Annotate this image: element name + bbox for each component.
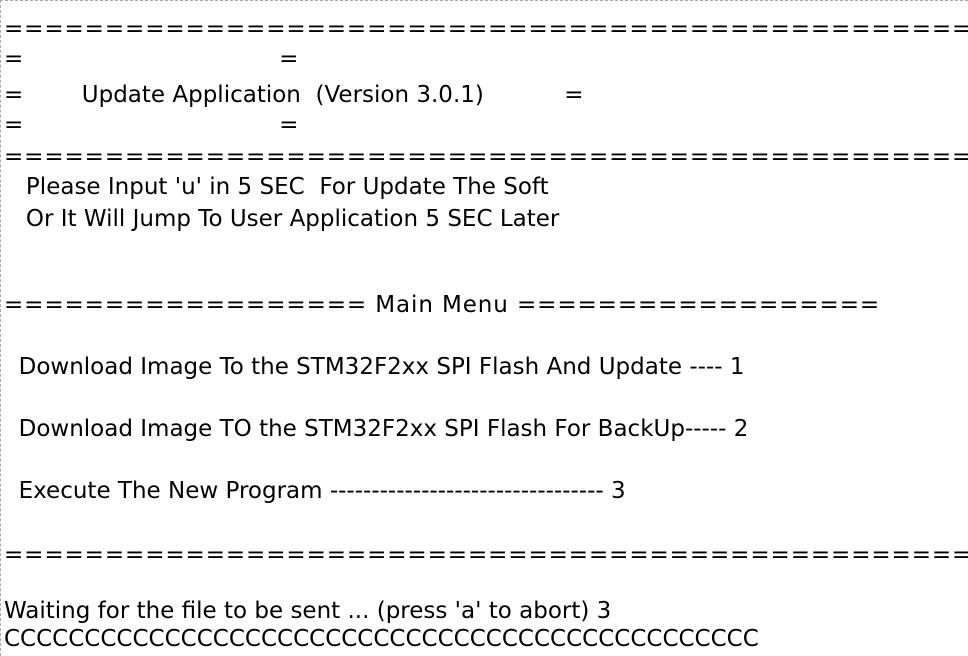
menu-option-2: Download Image TO the STM32F2xx SPI Flas… xyxy=(4,416,749,442)
menu-option-1: Download Image To the STM32F2xx SPI Flas… xyxy=(4,354,745,380)
prompt-line: Please Input 'u' in 5 SEC For Update The… xyxy=(4,174,549,200)
status-waiting-line: Waiting for the file to be sent ... (pre… xyxy=(4,598,612,624)
transfer-progress-line: CCCCCCCCCCCCCCCCCCCCCCCCCCCCCCCCCCCCCCCC… xyxy=(4,626,759,652)
separator-line: ========================================… xyxy=(4,542,968,568)
separator-line: ========================================… xyxy=(4,16,968,42)
banner-title: = Update Application (Version 3.0.1) = xyxy=(4,82,584,108)
prompt-line: Or It Will Jump To User Application 5 SE… xyxy=(4,206,560,232)
separator-line: ========================================… xyxy=(4,144,968,170)
banner-frame-line: = = xyxy=(4,46,299,72)
banner-frame-line: = = xyxy=(4,112,299,138)
main-menu-header: ================== Main Menu ===========… xyxy=(4,292,881,318)
terminal-window[interactable]: ========================================… xyxy=(0,0,968,656)
menu-option-3: Execute The New Program ----------------… xyxy=(4,478,626,504)
